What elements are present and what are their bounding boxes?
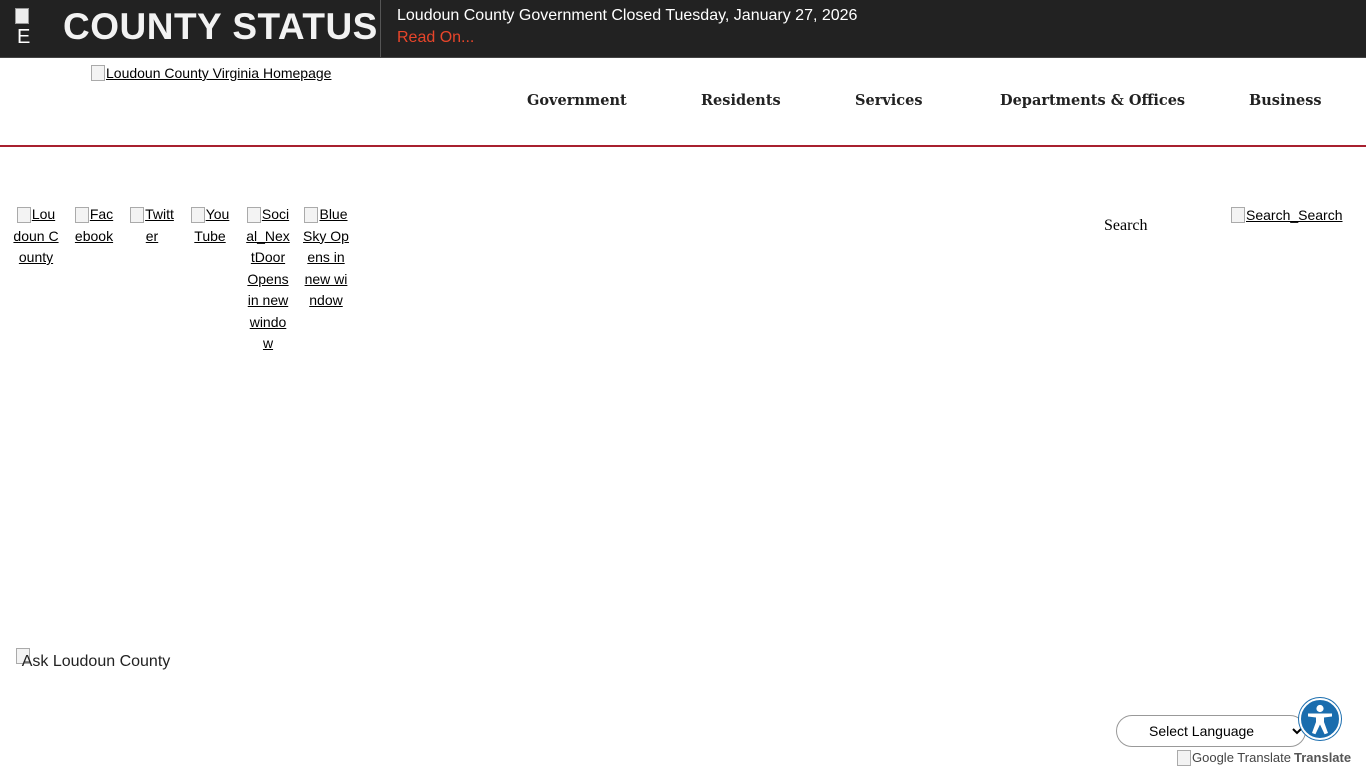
social-link-label: Social_NextDoor Opens in new window: [246, 206, 290, 351]
broken-image-icon: [246, 207, 261, 223]
broken-image-icon: [91, 65, 105, 81]
social-link-nextdoor[interactable]: Social_NextDoor Opens in new window: [245, 204, 291, 355]
google-translate-credit: Google Translate Translate: [1177, 750, 1351, 766]
search-label[interactable]: Search: [1104, 217, 1148, 235]
home-logo-alt-text: Loudoun County Virginia Homepage: [106, 65, 332, 81]
alert-message: Loudoun County Government Closed Tuesday…: [397, 7, 858, 24]
broken-image-icon: [190, 207, 205, 223]
ask-loudoun-label: Ask Loudoun County: [21, 653, 171, 670]
alert-bar: E COUNTY STATUS Loudoun County Governmen…: [0, 0, 1366, 58]
nav-item-departments[interactable]: Departments & Offices: [1000, 92, 1185, 109]
accessibility-button[interactable]: [1299, 698, 1341, 740]
nav-item-government[interactable]: Government: [527, 92, 627, 109]
social-link-label: Twitter: [145, 206, 174, 244]
main-nav: Government Residents Services Department…: [0, 92, 1366, 112]
alert-heading: COUNTY STATUS: [63, 6, 378, 47]
search-button-alt-text: Search_Search: [1246, 207, 1343, 223]
translate-word: Translate: [1294, 750, 1352, 765]
broken-image-icon: [1177, 750, 1191, 766]
social-link-bluesky[interactable]: BlueSky Opens in new window: [303, 204, 349, 312]
google-translate-alt-text: Google Translate: [1192, 750, 1292, 765]
accessibility-person-icon: [1308, 704, 1332, 735]
nav-item-business[interactable]: Business: [1249, 92, 1322, 109]
social-link-loudoun-county[interactable]: Loudoun County: [13, 204, 59, 269]
social-link-twitter[interactable]: Twitter: [129, 204, 175, 247]
broken-image-icon: [304, 207, 319, 223]
social-link-youtube[interactable]: YouTube: [187, 204, 233, 247]
nav-item-services[interactable]: Services: [855, 92, 923, 109]
search-button[interactable]: Search_Search: [1231, 207, 1343, 223]
broken-image-icon: [1231, 207, 1245, 223]
home-logo-link[interactable]: Loudoun County Virginia Homepage: [91, 65, 331, 81]
language-select[interactable]: Select Language: [1116, 715, 1306, 747]
broken-image-icon: [130, 207, 145, 223]
broken-image-icon: [16, 207, 31, 223]
nav-item-residents[interactable]: Residents: [701, 92, 781, 109]
broken-image-icon: [74, 207, 89, 223]
alert-broken-image-icon: E: [15, 8, 55, 48]
ask-loudoun-county-button[interactable]: Ask Loudoun County: [16, 648, 176, 698]
alert-read-on-link[interactable]: Read On...: [397, 29, 474, 47]
alert-divider: [380, 0, 381, 57]
site-header: Loudoun County Virginia Homepage Governm…: [0, 57, 1366, 147]
social-link-facebook[interactable]: Facebook: [71, 204, 117, 247]
